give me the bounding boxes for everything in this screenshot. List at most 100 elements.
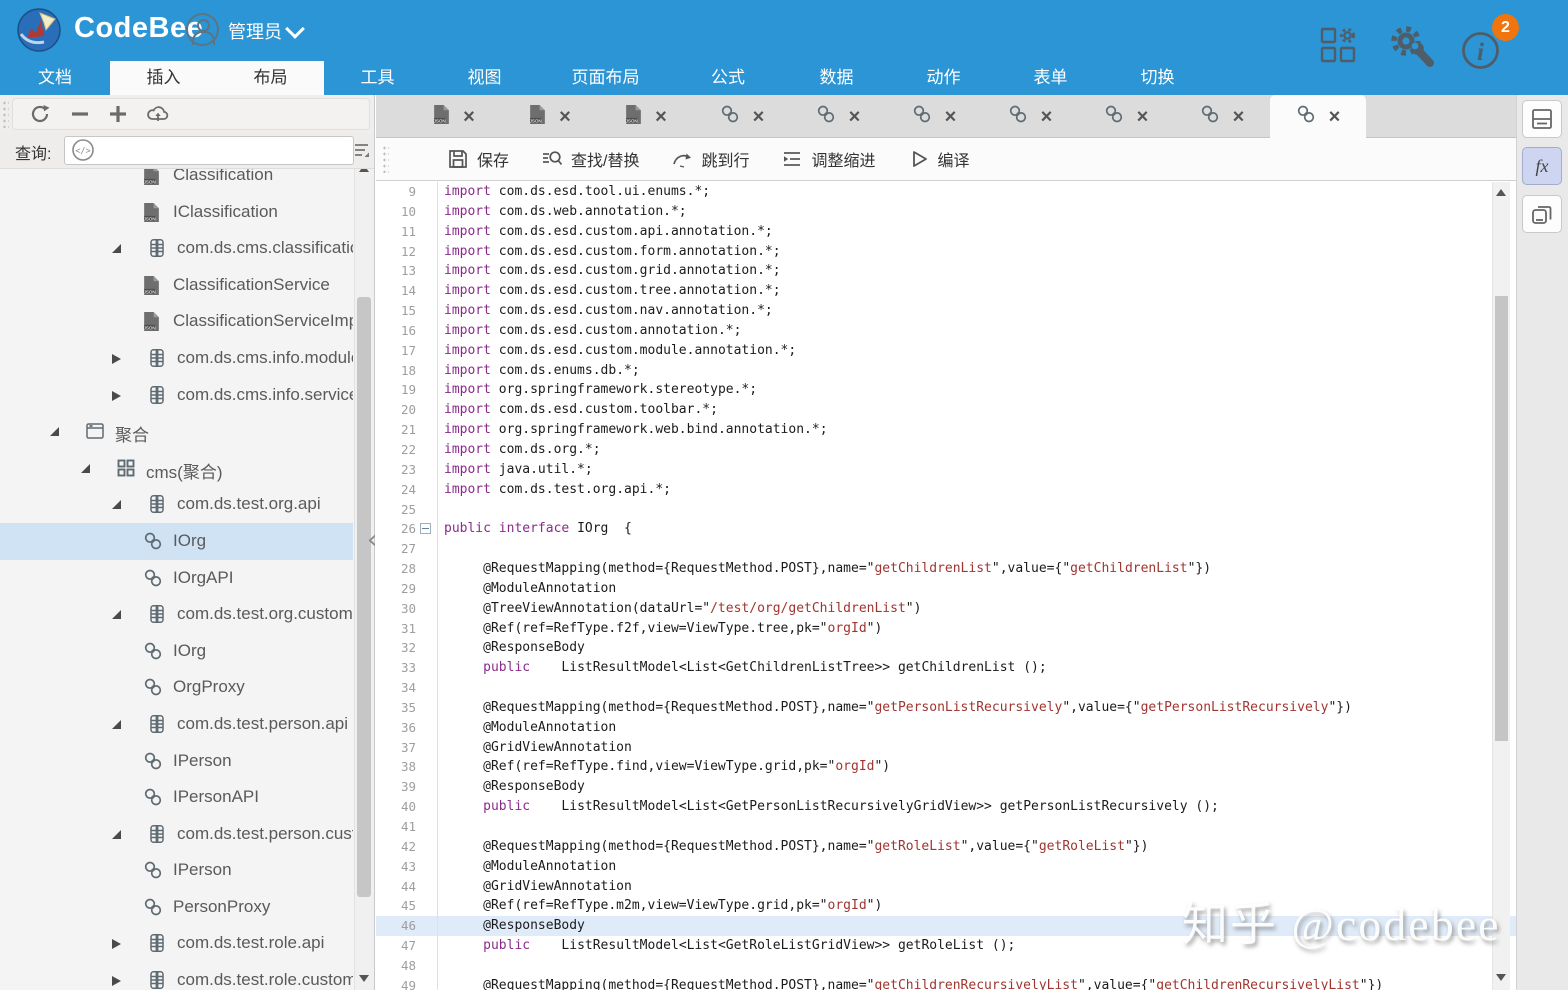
user-name[interactable]: 管理员 bbox=[228, 18, 282, 44]
menu-tab-11[interactable]: 切换 bbox=[1104, 61, 1211, 95]
expand-all-icon[interactable] bbox=[106, 102, 130, 126]
scroll-down-icon[interactable] bbox=[359, 975, 369, 982]
goto-button[interactable]: 跳到行 bbox=[671, 147, 749, 171]
expanded-arrow-icon[interactable] bbox=[112, 610, 121, 619]
drag-handle[interactable] bbox=[2, 100, 9, 128]
tree-item[interactable]: OrgProxy bbox=[0, 669, 353, 706]
menu-tab-5[interactable]: 视图 bbox=[431, 61, 538, 95]
editor-tab-7[interactable]: × bbox=[982, 95, 1078, 138]
settings-gear-wrench-icon[interactable] bbox=[1386, 22, 1438, 70]
code-filter-icon[interactable]: </> bbox=[71, 138, 95, 162]
scroll-up-icon[interactable] bbox=[1496, 189, 1506, 196]
layers-button[interactable] bbox=[1522, 195, 1562, 233]
collapse-all-icon[interactable] bbox=[68, 102, 92, 126]
tree-item[interactable]: com.ds.test.org.api bbox=[0, 486, 353, 523]
close-icon[interactable]: × bbox=[1137, 107, 1149, 127]
scrollbar-thumb[interactable] bbox=[1495, 296, 1508, 741]
menu-tab-9[interactable]: 动作 bbox=[890, 61, 997, 95]
editor-tab-6[interactable]: × bbox=[886, 95, 982, 138]
drag-handle[interactable] bbox=[382, 145, 389, 173]
tree-item[interactable]: PersonProxy bbox=[0, 889, 353, 926]
close-icon[interactable]: × bbox=[945, 107, 957, 127]
expanded-arrow-icon[interactable] bbox=[112, 500, 121, 509]
code-viewport[interactable]: 9import com.ds.esd.tool.ui.enums.*;10imp… bbox=[376, 182, 1516, 990]
menu-tab-3[interactable]: 布局 bbox=[217, 61, 324, 95]
tree-item[interactable]: com.ds.test.person.api bbox=[0, 706, 353, 743]
tree-item[interactable]: com.ds.test.role.custom bbox=[0, 962, 353, 990]
query-input[interactable] bbox=[64, 136, 354, 165]
menu-tab-1[interactable]: 文档 bbox=[0, 61, 110, 95]
close-icon[interactable]: × bbox=[1329, 107, 1341, 127]
editor-tab-8[interactable]: × bbox=[1078, 95, 1174, 138]
menu-tab-7[interactable]: 公式 bbox=[673, 61, 783, 95]
find-button[interactable]: 查找/替换 bbox=[541, 147, 639, 171]
button-label: 查找/替换 bbox=[571, 147, 639, 171]
tree-item[interactable]: JSONIClassification bbox=[0, 194, 353, 231]
menu-tab-10[interactable]: 表单 bbox=[997, 61, 1104, 95]
tree-item[interactable]: com.ds.test.org.custom bbox=[0, 596, 353, 633]
chevron-down-icon[interactable] bbox=[285, 19, 305, 39]
close-icon[interactable]: × bbox=[849, 107, 861, 127]
expanded-arrow-icon[interactable] bbox=[81, 464, 90, 473]
query-options-icon[interactable] bbox=[352, 140, 372, 160]
tree-item[interactable]: JSONClassificationServiceImpl bbox=[0, 303, 353, 340]
close-icon[interactable]: × bbox=[1233, 107, 1245, 127]
menu-tab-2[interactable]: 插入 bbox=[110, 61, 217, 95]
editor-tab-10[interactable]: × bbox=[1270, 95, 1366, 138]
cloud-upload-icon[interactable] bbox=[146, 102, 170, 126]
editor-tab-9[interactable]: × bbox=[1174, 95, 1270, 138]
scrollbar-thumb[interactable] bbox=[357, 297, 371, 897]
expanded-arrow-icon[interactable] bbox=[112, 830, 121, 839]
tree-item[interactable]: IPerson bbox=[0, 852, 353, 889]
tree-item[interactable]: 聚合 bbox=[0, 413, 353, 450]
scroll-down-icon[interactable] bbox=[1496, 974, 1506, 981]
line-number: 10 bbox=[376, 202, 416, 222]
collapsed-arrow-icon[interactable] bbox=[112, 391, 121, 401]
editor-tab-5[interactable]: × bbox=[790, 95, 886, 138]
line-number: 35 bbox=[376, 698, 416, 718]
tree-item[interactable]: IOrgAPI bbox=[0, 560, 353, 597]
menu-tab-8[interactable]: 数据 bbox=[783, 61, 890, 95]
compile-button[interactable]: 编译 bbox=[908, 147, 970, 171]
collapsed-arrow-icon[interactable] bbox=[112, 354, 121, 364]
close-icon[interactable]: × bbox=[1041, 107, 1053, 127]
sidebar-collapse-handle[interactable]: ‹ bbox=[367, 525, 377, 555]
tree-item[interactable]: com.ds.cms.classificatio bbox=[0, 230, 353, 267]
tree-item[interactable]: IOrg bbox=[0, 523, 353, 560]
refresh-icon[interactable] bbox=[28, 102, 52, 126]
tree-item[interactable]: com.ds.test.person.cust bbox=[0, 816, 353, 853]
close-icon[interactable]: × bbox=[655, 107, 667, 127]
close-icon[interactable]: × bbox=[463, 107, 475, 127]
tree-item[interactable]: com.ds.test.role.api bbox=[0, 925, 353, 962]
editor-tab-4[interactable]: × bbox=[694, 95, 790, 138]
tree-item[interactable]: IOrg bbox=[0, 633, 353, 670]
fx-button[interactable]: fx bbox=[1522, 147, 1562, 185]
tree-item[interactable]: JSONClassificationService bbox=[0, 267, 353, 304]
tree-item[interactable]: IPerson bbox=[0, 743, 353, 780]
save-button[interactable]: 保存 bbox=[447, 147, 509, 171]
tree-item[interactable]: cms(聚合) bbox=[0, 450, 353, 487]
tree-item[interactable]: IPersonAPI bbox=[0, 779, 353, 816]
menu-tab-6[interactable]: 页面布局 bbox=[538, 61, 673, 95]
collapsed-arrow-icon[interactable] bbox=[112, 939, 121, 949]
close-icon[interactable]: × bbox=[753, 107, 765, 127]
close-icon[interactable]: × bbox=[559, 107, 571, 127]
menu-tab-4[interactable]: 工具 bbox=[324, 61, 431, 95]
collapsed-arrow-icon[interactable] bbox=[112, 976, 121, 986]
modules-icon[interactable] bbox=[1320, 27, 1356, 63]
form-panel-button[interactable] bbox=[1522, 100, 1562, 138]
indent-button[interactable]: 调整缩进 bbox=[781, 147, 875, 171]
code-scrollbar[interactable] bbox=[1492, 182, 1510, 990]
sidebar-scrollbar[interactable] bbox=[354, 157, 374, 990]
expanded-arrow-icon[interactable] bbox=[50, 427, 59, 436]
editor-tab-2[interactable]: JSON× bbox=[502, 95, 598, 138]
tree-item[interactable]: com.ds.cms.info.module bbox=[0, 340, 353, 377]
editor-tab-1[interactable]: JSON× bbox=[406, 95, 502, 138]
expanded-arrow-icon[interactable] bbox=[112, 244, 121, 253]
expanded-arrow-icon[interactable] bbox=[112, 720, 121, 729]
editor-tab-3[interactable]: JSON× bbox=[598, 95, 694, 138]
user-avatar-icon[interactable] bbox=[186, 13, 219, 46]
tree-item-label: com.ds.cms.info.service bbox=[177, 385, 353, 405]
tree-item[interactable]: com.ds.cms.info.service bbox=[0, 377, 353, 414]
fold-collapse-icon[interactable] bbox=[420, 523, 431, 534]
